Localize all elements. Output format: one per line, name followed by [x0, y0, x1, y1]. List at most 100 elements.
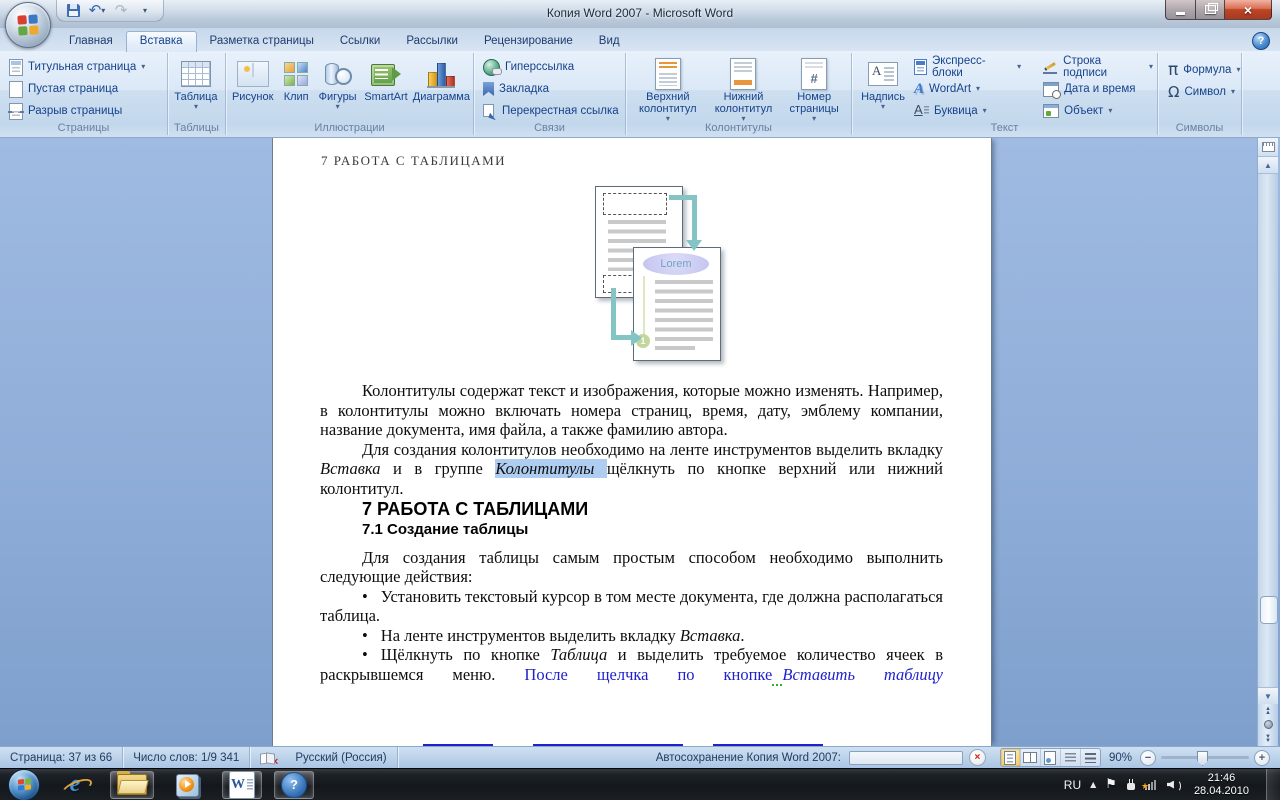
tab-rassylki[interactable]: Рассылки	[393, 32, 471, 51]
browse-object-controls: ▲ ▲ ▼ ▼	[1258, 704, 1278, 746]
next-page-button[interactable]: ▼ ▼	[1265, 734, 1271, 744]
action-center-icon[interactable]: ⚑	[1105, 777, 1117, 792]
draft-view-button[interactable]	[1081, 749, 1100, 766]
system-tray: RU ▲ ⚑ ★ 21:46 28.04.2010	[1064, 768, 1280, 800]
cross-reference-icon	[483, 103, 497, 119]
bullet-marker: •	[362, 625, 368, 645]
outline-view-icon	[1064, 752, 1076, 763]
symbol-button[interactable]: Символ ▾	[1164, 81, 1241, 103]
taskbar-windows-explorer[interactable]	[110, 770, 154, 799]
page-indicator[interactable]: Страница: 37 из 66	[0, 747, 124, 768]
power-icon[interactable]	[1126, 778, 1136, 791]
volume-icon[interactable]	[1167, 779, 1181, 792]
taskbar-internet-explorer[interactable]: e	[56, 771, 94, 798]
hyperlink-label: Гиперссылка	[505, 61, 575, 73]
select-browse-object-button[interactable]	[1263, 720, 1273, 730]
spelling-squiggle	[772, 665, 783, 686]
text-lines	[655, 280, 713, 342]
ruler-toggle-button[interactable]	[1258, 138, 1278, 157]
web-layout-icon	[1044, 750, 1057, 765]
tab-razmetka[interactable]: Разметка страницы	[197, 32, 327, 51]
start-button[interactable]	[8, 768, 40, 800]
restore-button[interactable]	[1196, 0, 1225, 20]
scrollbar-thumb[interactable]	[1260, 596, 1278, 624]
vertical-scrollbar[interactable]: ▲ ▼ ▲ ▲ ▼ ▼	[1257, 138, 1278, 746]
symbol-label: Символ	[1184, 86, 1226, 98]
footer-label: Нижний колонтитул	[714, 91, 773, 115]
close-icon: ×	[1243, 1, 1253, 18]
taskbar-media-player[interactable]	[168, 772, 206, 798]
drop-cap-button[interactable]: Буквица ▾	[910, 100, 1025, 122]
help-button[interactable]: ?	[1252, 32, 1270, 50]
picture-icon	[236, 61, 269, 87]
network-icon[interactable]: ★	[1141, 779, 1158, 792]
page-break-button[interactable]: Разрыв страницы	[5, 100, 167, 122]
header-footer-figure[interactable]: Lorem 1	[593, 182, 803, 372]
tray-date: 28.04.2010	[1193, 784, 1249, 797]
tab-glavnaya[interactable]: Главная	[56, 32, 126, 51]
clock[interactable]: 21:46 28.04.2010	[1194, 772, 1249, 798]
zoom-level[interactable]: 90%	[1109, 752, 1132, 764]
page-number-label: Номер страницы	[789, 91, 839, 115]
signature-line-button[interactable]: Строка подписи ▾	[1039, 55, 1157, 79]
word-icon: W	[229, 770, 255, 799]
equation-button[interactable]: Формула ▾	[1164, 59, 1241, 81]
document-page[interactable]: 7 РАБОТА С ТАБЛИЦАМИ Lorem 1 Колонтитулы…	[272, 138, 992, 746]
scroll-down-button[interactable]: ▼	[1258, 687, 1278, 704]
taskbar-help[interactable]: ?	[274, 770, 314, 799]
ruler-icon	[1261, 142, 1275, 152]
scroll-up-button[interactable]: ▲	[1258, 157, 1278, 174]
date-time-label: Дата и время	[1064, 83, 1136, 95]
group-illustrations-label: Иллюстрации	[314, 122, 385, 134]
tab-recenzirovanie[interactable]: Рецензирование	[471, 32, 586, 51]
office-logo-icon	[17, 14, 39, 36]
tab-vid[interactable]: Вид	[586, 32, 633, 51]
running-header: 7 РАБОТА С ТАБЛИЦАМИ	[321, 153, 507, 168]
taskbar-word[interactable]: W	[222, 770, 262, 799]
arrow-icon	[611, 288, 616, 340]
cross-reference-button[interactable]: Перекрестная ссылка	[479, 100, 625, 122]
paragraph-text: .	[740, 625, 745, 645]
word-count[interactable]: Число слов: 1/9 341	[123, 747, 251, 768]
zoom-thumb[interactable]	[1197, 751, 1208, 766]
bullet-marker: •	[362, 586, 368, 606]
previous-page-button[interactable]: ▲ ▲	[1265, 706, 1271, 716]
tab-ssylki[interactable]: Ссылки	[327, 32, 394, 51]
quick-parts-button[interactable]: Экспресс-блоки ▾	[910, 55, 1025, 79]
group-header-footer-label: Колонтитулы	[705, 122, 772, 134]
fullscreen-reading-view-button[interactable]	[1021, 749, 1041, 766]
autosave-cancel-button[interactable]: ×	[968, 749, 986, 766]
web-layout-view-button[interactable]	[1041, 749, 1061, 766]
date-time-button[interactable]: Дата и время	[1039, 78, 1157, 100]
office-button[interactable]	[5, 2, 51, 48]
group-tables: Таблица ▾ Таблицы	[168, 53, 226, 135]
show-hidden-icons-button[interactable]: ▲	[1090, 780, 1096, 789]
blank-page-button[interactable]: Пустая страница	[5, 78, 167, 100]
zoom-out-button[interactable]: −	[1140, 749, 1156, 766]
close-button[interactable]: ×	[1225, 0, 1272, 20]
wordart-button[interactable]: WordArt ▾	[910, 78, 1025, 100]
print-layout-view-button[interactable]	[1000, 749, 1021, 766]
quick-parts-label: Экспресс-блоки	[932, 55, 986, 79]
dropdown-arrow-icon: ▾	[1236, 65, 1241, 74]
table-button[interactable]: Таблица ▾	[168, 53, 224, 111]
show-desktop-button[interactable]	[1266, 768, 1280, 800]
minimize-button[interactable]	[1165, 0, 1196, 20]
tab-vstavka[interactable]: Вставка	[125, 31, 197, 52]
ribbon: Титульная страница ▾ Пустая страница Раз…	[0, 51, 1280, 138]
dropdown-arrow-icon: ▾	[193, 102, 198, 111]
outline-view-button[interactable]	[1061, 749, 1081, 766]
tray-time: 21:46	[1207, 771, 1236, 784]
hyperlink-button[interactable]: Гиперссылка	[479, 56, 625, 78]
zoom-in-button[interactable]: +	[1254, 749, 1270, 766]
bullet-item: • Щёлкнуть по кнопке Таблица и выделить т…	[320, 645, 943, 686]
zoom-track[interactable]	[1161, 751, 1249, 766]
object-button[interactable]: Объект ▾	[1039, 100, 1157, 122]
spell-check-status[interactable]: ×	[250, 747, 285, 768]
bookmark-button[interactable]: Закладка	[479, 78, 625, 100]
language-bar[interactable]: RU	[1064, 778, 1081, 792]
language-indicator[interactable]: Русский (Россия)	[285, 747, 398, 768]
taskbar: e W ? RU ▲ ⚑ ★ 21:46 28.04.2010	[0, 768, 1280, 800]
cover-page-button[interactable]: Титульная страница ▾	[5, 56, 167, 78]
zoom-slider: − +	[1140, 749, 1270, 766]
